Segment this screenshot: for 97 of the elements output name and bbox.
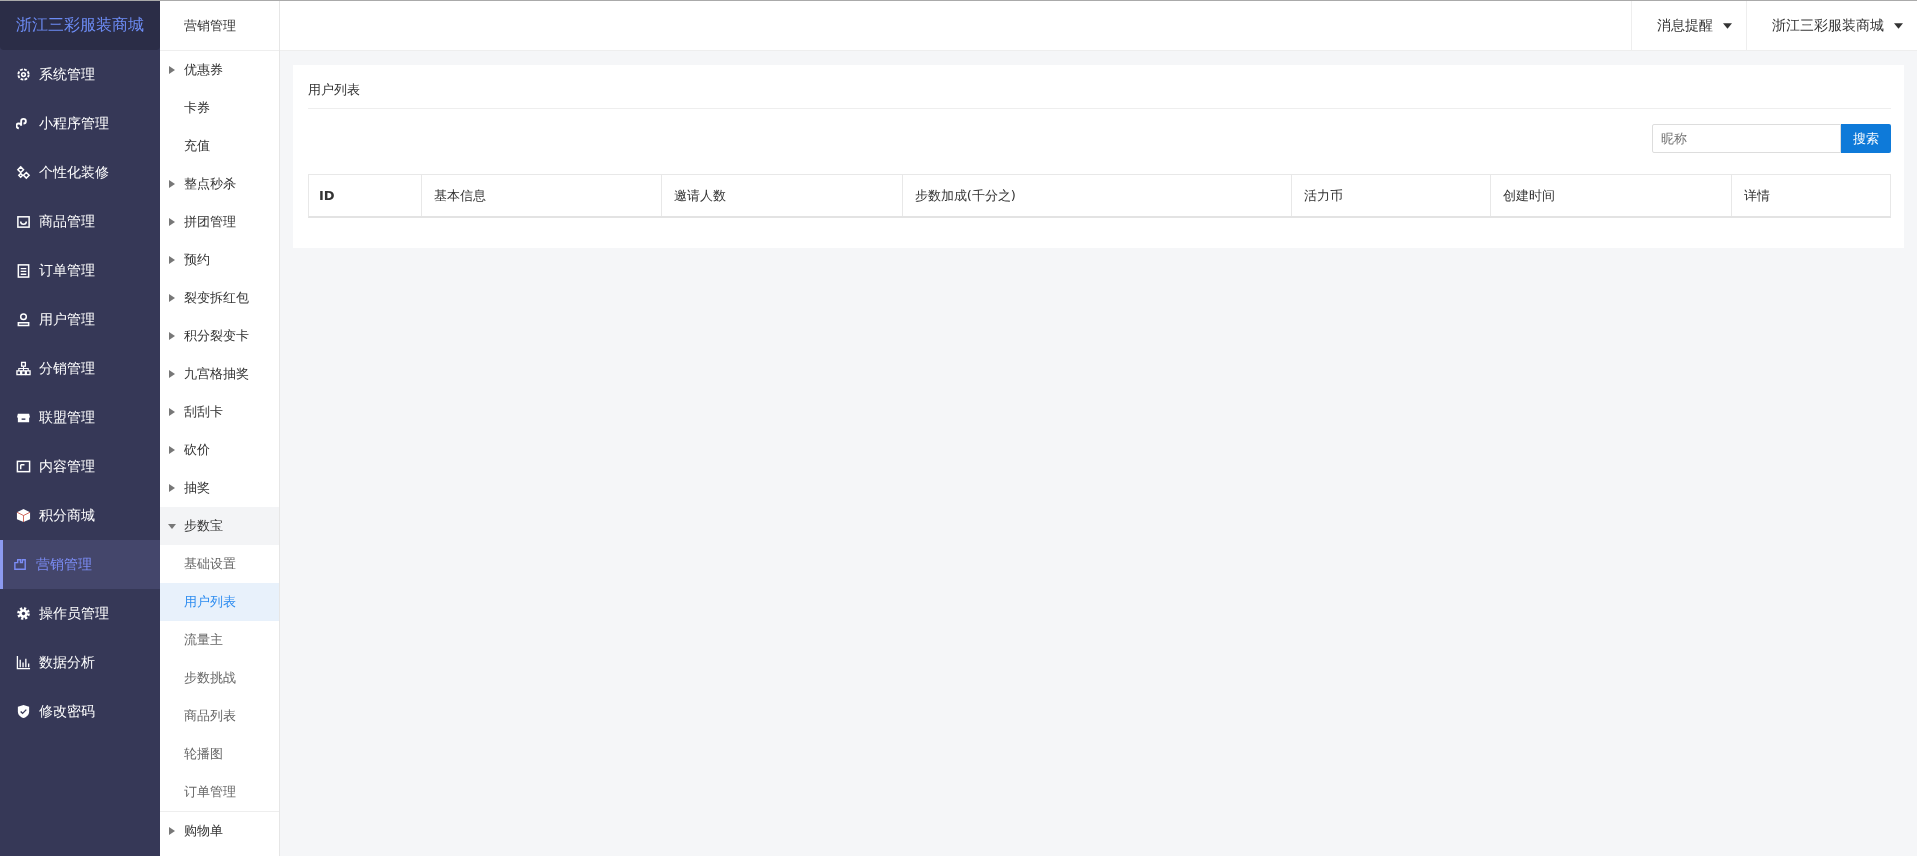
sidebar-item[interactable]: 修改密码	[0, 687, 160, 736]
sidebar-item[interactable]: 分销管理	[0, 344, 160, 393]
submenu-group-label: 裂变拆红包	[184, 289, 249, 307]
shield-check-icon	[16, 704, 31, 719]
sidebar-item-label: 积分商城	[39, 506, 95, 525]
cube-icon	[16, 508, 31, 523]
submenu-group[interactable]: 抽奖	[160, 469, 279, 507]
caret-right-icon	[168, 332, 176, 340]
settings-icon	[16, 606, 31, 621]
sidebar-item-label: 用户管理	[39, 310, 95, 329]
hierarchy-icon	[16, 361, 31, 376]
sidebar-item-label: 联盟管理	[39, 408, 95, 427]
caret-right-icon	[168, 408, 176, 416]
sidebar-item[interactable]: 用户管理	[0, 295, 160, 344]
sidebar-item[interactable]: 订单管理	[0, 246, 160, 295]
sidebar-item-label: 分销管理	[39, 359, 95, 378]
column-header: 活力币	[1291, 175, 1491, 216]
caret-right-icon	[168, 827, 176, 835]
column-header: ID	[318, 187, 336, 205]
submenu-item[interactable]: 流量主	[160, 621, 279, 659]
sidebar-item-label: 内容管理	[39, 457, 95, 476]
caret-down-icon	[1723, 22, 1732, 29]
submenu-item[interactable]: 轮播图	[160, 735, 279, 773]
user-icon	[16, 312, 31, 327]
submenu-group[interactable]: 购物单	[160, 812, 279, 850]
sidebar-item[interactable]: 小程序管理	[0, 99, 160, 148]
column-header: 基本信息	[420, 175, 662, 216]
sidebar-item[interactable]: 内容管理	[0, 442, 160, 491]
brand-title[interactable]: 浙江三彩服装商城	[0, 1, 160, 50]
submenu-group-label: 步数宝	[184, 517, 223, 535]
puzzle-icon	[13, 557, 28, 572]
submenu-title: 营销管理	[160, 1, 279, 51]
submenu-group-label: 九宫格抽奖	[184, 365, 249, 383]
submenu-group-label: 积分裂变卡	[184, 327, 249, 345]
caret-right-icon	[168, 294, 176, 302]
sidebar-item[interactable]: 操作员管理	[0, 589, 160, 638]
sidebar-item-label: 修改密码	[39, 702, 95, 721]
submenu-group[interactable]: 整点秒杀	[160, 165, 279, 203]
sidebar-item-label: 个性化装修	[39, 163, 109, 182]
submenu-item[interactable]: 充值	[160, 127, 279, 165]
submenu-group[interactable]: 裂变拆红包	[160, 279, 279, 317]
submenu-group-label: 购物单	[184, 822, 223, 840]
submenu-group-label: 拼团管理	[184, 213, 236, 231]
search-field[interactable]: 昵称	[1652, 124, 1841, 153]
caret-down-icon	[1894, 22, 1903, 29]
submenu-item[interactable]: 订单管理	[160, 773, 279, 811]
column-header: 邀请人数	[661, 175, 902, 216]
caret-right-icon	[168, 66, 176, 74]
caret-right-icon	[168, 370, 176, 378]
submenu-group-label: 优惠券	[184, 61, 223, 79]
sidebar-item-label: 数据分析	[39, 653, 95, 672]
caret-right-icon	[168, 256, 176, 264]
column-header: 步数加成(千分之)	[901, 175, 1292, 216]
submenu-item[interactable]: 商品列表	[160, 697, 279, 735]
sidebar-item-label: 操作员管理	[39, 604, 109, 623]
submenu-item[interactable]: 卡券	[160, 89, 279, 127]
submenu-group-label: 刮刮卡	[184, 403, 223, 421]
submenu-group[interactable]: 砍价	[160, 431, 279, 469]
submenu-group-label: 整点秒杀	[184, 175, 236, 193]
submenu-group[interactable]: 步数宝	[160, 507, 279, 545]
submenu-group[interactable]: 预约	[160, 241, 279, 279]
sidebar-item[interactable]: 数据分析	[0, 638, 160, 687]
search-button[interactable]: 搜索	[1841, 124, 1891, 153]
sidebar-item-label: 商品管理	[39, 212, 95, 231]
sidebar-item-label: 营销管理	[36, 555, 92, 574]
bar-chart-icon	[16, 655, 31, 670]
submenu-group[interactable]: 积分裂变卡	[160, 317, 279, 355]
submenu-group[interactable]: 拼团管理	[160, 203, 279, 241]
sidebar-item[interactable]: 系统管理	[0, 50, 160, 99]
caret-right-icon	[168, 484, 176, 492]
submenu-item[interactable]: 步数挑战	[160, 659, 279, 697]
submenu-item[interactable]: 基础设置	[160, 545, 279, 583]
sidebar-item[interactable]: 商品管理	[0, 197, 160, 246]
submenu-group[interactable]: 优惠券	[160, 51, 279, 89]
submenu-group-label: 抽奖	[184, 479, 210, 497]
submenu-group-label: 预约	[184, 251, 210, 269]
column-header: 详情	[1730, 175, 1890, 216]
column-header: 创建时间	[1490, 175, 1731, 216]
clipboard-icon	[16, 263, 31, 278]
layout-icon	[16, 459, 31, 474]
diamonds-icon	[16, 165, 31, 180]
sidebar-item-label: 小程序管理	[39, 114, 109, 133]
settings-icon	[16, 67, 31, 82]
sidebar-item[interactable]: 积分商城	[0, 491, 160, 540]
sidebar-item[interactable]: 个性化装修	[0, 148, 160, 197]
caret-down-icon	[168, 522, 176, 530]
sidebar-item-label: 订单管理	[39, 261, 95, 280]
bag-icon	[16, 214, 31, 229]
caret-right-icon	[168, 180, 176, 188]
caret-right-icon	[168, 446, 176, 454]
submenu-group[interactable]: 九宫格抽奖	[160, 355, 279, 393]
submenu-group[interactable]: 刮刮卡	[160, 393, 279, 431]
sidebar-item[interactable]: 联盟管理	[0, 393, 160, 442]
caret-right-icon	[168, 218, 176, 226]
page-title: 用户列表	[308, 80, 361, 99]
sidebar-item-label: 系统管理	[39, 65, 95, 84]
submenu-group-label: 砍价	[184, 441, 210, 459]
